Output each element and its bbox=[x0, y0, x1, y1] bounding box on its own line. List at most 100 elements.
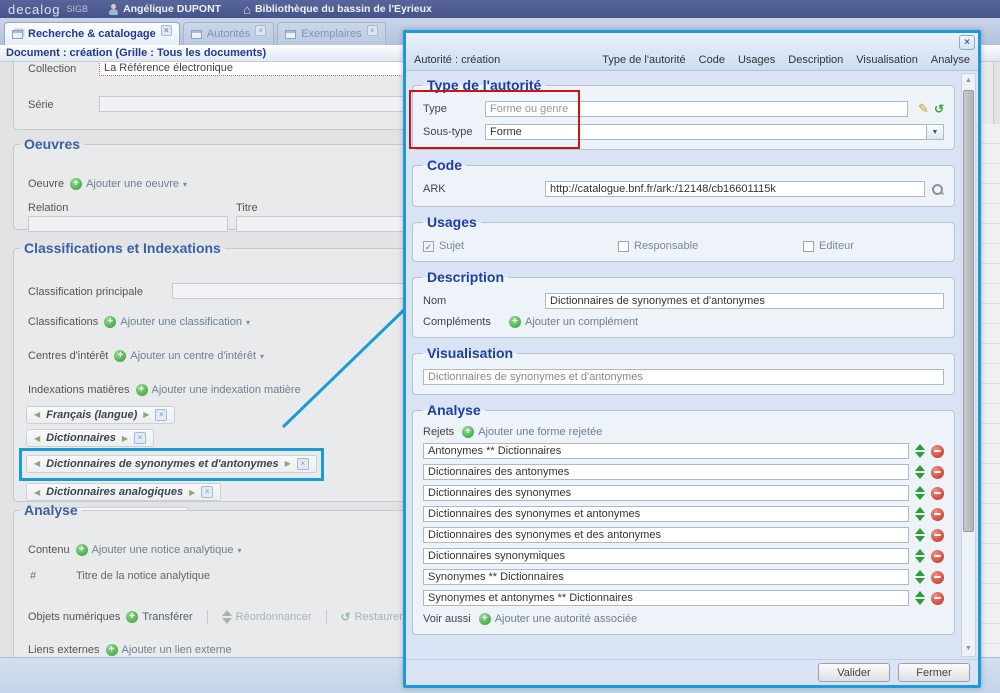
remove-icon[interactable] bbox=[931, 571, 944, 584]
add-indexation-button[interactable]: + Ajouter une indexation matière bbox=[136, 384, 301, 396]
rejet-input[interactable] bbox=[423, 506, 909, 522]
rejet-input[interactable] bbox=[423, 464, 909, 480]
plus-icon: + bbox=[76, 544, 88, 556]
nav-visualisation[interactable]: Visualisation bbox=[856, 54, 918, 66]
edit-pencil-icon[interactable]: ✎ bbox=[918, 101, 929, 117]
remove-tag-icon[interactable]: × bbox=[297, 458, 309, 470]
fieldset-usages: Usages ✓ Sujet Responsable Editeur bbox=[412, 214, 955, 262]
add-lien-externe-button[interactable]: + Ajouter un lien externe bbox=[106, 644, 232, 656]
dialog-close-icon[interactable]: × bbox=[959, 35, 975, 50]
add-forme-rejetee-button[interactable]: + Ajouter une forme rejetée bbox=[462, 426, 602, 438]
ark-input[interactable] bbox=[545, 181, 925, 197]
user-name: Angélique DUPONT bbox=[123, 3, 221, 15]
reorder-icon[interactable] bbox=[915, 465, 925, 479]
move-right-icon[interactable]: ▶ bbox=[285, 459, 291, 468]
scroll-up-icon[interactable]: ▲ bbox=[962, 74, 975, 88]
add-oeuvre-button[interactable]: + Ajouter une oeuvre ▾ bbox=[70, 178, 187, 190]
remove-tag-icon[interactable]: × bbox=[134, 432, 146, 444]
search-icon[interactable] bbox=[931, 183, 944, 196]
indexation-tag[interactable]: ◀ Dictionnaires ▶ × bbox=[26, 429, 154, 447]
move-right-icon[interactable]: ▶ bbox=[143, 410, 149, 419]
relation-input[interactable] bbox=[28, 216, 228, 232]
sous-type-select[interactable]: ▼ bbox=[485, 124, 944, 140]
indexation-tag-highlighted[interactable]: ◀ Dictionnaires de synonymes et d'antony… bbox=[26, 455, 317, 473]
rejet-input[interactable] bbox=[423, 527, 909, 543]
remove-icon[interactable] bbox=[931, 529, 944, 542]
reorder-icon[interactable] bbox=[915, 486, 925, 500]
rejet-input[interactable] bbox=[423, 443, 909, 459]
reorder-icon[interactable] bbox=[915, 549, 925, 563]
reorder-icon[interactable] bbox=[915, 570, 925, 584]
tab-close-icon[interactable]: × bbox=[255, 25, 266, 36]
plus-icon: + bbox=[136, 384, 148, 396]
checkbox-editeur[interactable]: Editeur bbox=[803, 240, 854, 252]
move-right-icon[interactable]: ▶ bbox=[189, 488, 195, 497]
scrollbar-thumb[interactable] bbox=[963, 90, 974, 532]
reorder-icon[interactable] bbox=[915, 507, 925, 521]
current-library[interactable]: ⌂ Bibliothèque du bassin de l'Eyrieux bbox=[243, 3, 432, 15]
rejet-input[interactable] bbox=[423, 590, 909, 606]
checkbox-sujet[interactable]: ✓ Sujet bbox=[423, 240, 618, 252]
tab-exemplaires[interactable]: Exemplaires × bbox=[277, 22, 386, 45]
indexation-tag[interactable]: ◀ Français (langue) ▶ × bbox=[26, 406, 175, 424]
current-user[interactable]: Angélique DUPONT bbox=[108, 3, 221, 15]
reorder-icon[interactable] bbox=[915, 528, 925, 542]
background-grid-sliver bbox=[982, 124, 1000, 657]
rejet-input[interactable] bbox=[423, 485, 909, 501]
rejet-row bbox=[423, 527, 944, 543]
nav-type-autorite[interactable]: Type de l'autorité bbox=[602, 54, 685, 66]
add-classification-button[interactable]: + Ajouter une classification ▾ bbox=[104, 316, 250, 328]
rejet-input[interactable] bbox=[423, 548, 909, 564]
remove-icon[interactable] bbox=[931, 487, 944, 500]
remove-tag-icon[interactable]: × bbox=[201, 486, 213, 498]
checkbox-icon[interactable] bbox=[803, 241, 814, 252]
scroll-down-icon[interactable]: ▼ bbox=[962, 642, 975, 656]
move-left-icon[interactable]: ◀ bbox=[34, 488, 40, 497]
sous-type-value[interactable] bbox=[485, 124, 926, 140]
dropdown-caret-icon[interactable]: ▼ bbox=[926, 124, 944, 140]
rejets-label: Rejets bbox=[423, 426, 454, 438]
nav-description[interactable]: Description bbox=[788, 54, 843, 66]
transferer-button[interactable]: + Transférer bbox=[126, 611, 192, 623]
add-complement-button[interactable]: + Ajouter un complément bbox=[509, 316, 638, 328]
nav-analyse[interactable]: Analyse bbox=[931, 54, 970, 66]
move-left-icon[interactable]: ◀ bbox=[34, 434, 40, 443]
nav-code[interactable]: Code bbox=[699, 54, 725, 66]
chevron-down-icon: ▾ bbox=[260, 352, 264, 361]
remove-icon[interactable] bbox=[931, 508, 944, 521]
reset-undo-icon[interactable]: ↺ bbox=[934, 102, 944, 116]
remove-tag-icon[interactable]: × bbox=[155, 409, 167, 421]
remove-icon[interactable] bbox=[931, 550, 944, 563]
tab-recherche-catalogage[interactable]: Recherche & catalogage × bbox=[4, 22, 180, 45]
fermer-button[interactable]: Fermer bbox=[898, 663, 970, 682]
rejet-input[interactable] bbox=[423, 569, 909, 585]
add-autorite-associee-button[interactable]: + Ajouter une autorité associée bbox=[479, 613, 637, 625]
valider-button[interactable]: Valider bbox=[818, 663, 890, 682]
chevron-down-icon: ▾ bbox=[183, 180, 187, 189]
tab-autorites[interactable]: Autorités × bbox=[183, 22, 274, 45]
checkbox-checked-icon[interactable]: ✓ bbox=[423, 241, 434, 252]
relation-label: Relation bbox=[28, 202, 68, 214]
remove-icon[interactable] bbox=[931, 592, 944, 605]
dialog-scrollbar[interactable]: ▲ ▼ bbox=[961, 73, 976, 657]
tab-close-icon[interactable]: × bbox=[161, 25, 172, 36]
plus-icon: + bbox=[114, 350, 126, 362]
nom-input[interactable] bbox=[545, 293, 944, 309]
move-left-icon[interactable]: ◀ bbox=[34, 459, 40, 468]
reorder-icon[interactable] bbox=[915, 444, 925, 458]
nav-usages[interactable]: Usages bbox=[738, 54, 775, 66]
dialog-section-nav: Type de l'autorité Code Usages Descripti… bbox=[602, 54, 970, 66]
checkbox-icon[interactable] bbox=[618, 241, 629, 252]
tab-close-icon[interactable]: × bbox=[367, 25, 378, 36]
remove-icon[interactable] bbox=[931, 445, 944, 458]
remove-icon[interactable] bbox=[931, 466, 944, 479]
sort-icon bbox=[222, 610, 232, 624]
add-notice-analytique-button[interactable]: + Ajouter une notice analytique ▾ bbox=[76, 544, 242, 556]
type-autorite-legend: Type de l'autorité bbox=[423, 77, 545, 93]
move-right-icon[interactable]: ▶ bbox=[122, 434, 128, 443]
checkbox-responsable[interactable]: Responsable bbox=[618, 240, 803, 252]
add-centre-interet-button[interactable]: + Ajouter un centre d'intérêt ▾ bbox=[114, 350, 264, 362]
reorder-icon[interactable] bbox=[915, 591, 925, 605]
move-left-icon[interactable]: ◀ bbox=[34, 410, 40, 419]
indexation-tag[interactable]: ◀ Dictionnaires analogiques ▶ × bbox=[26, 483, 221, 501]
